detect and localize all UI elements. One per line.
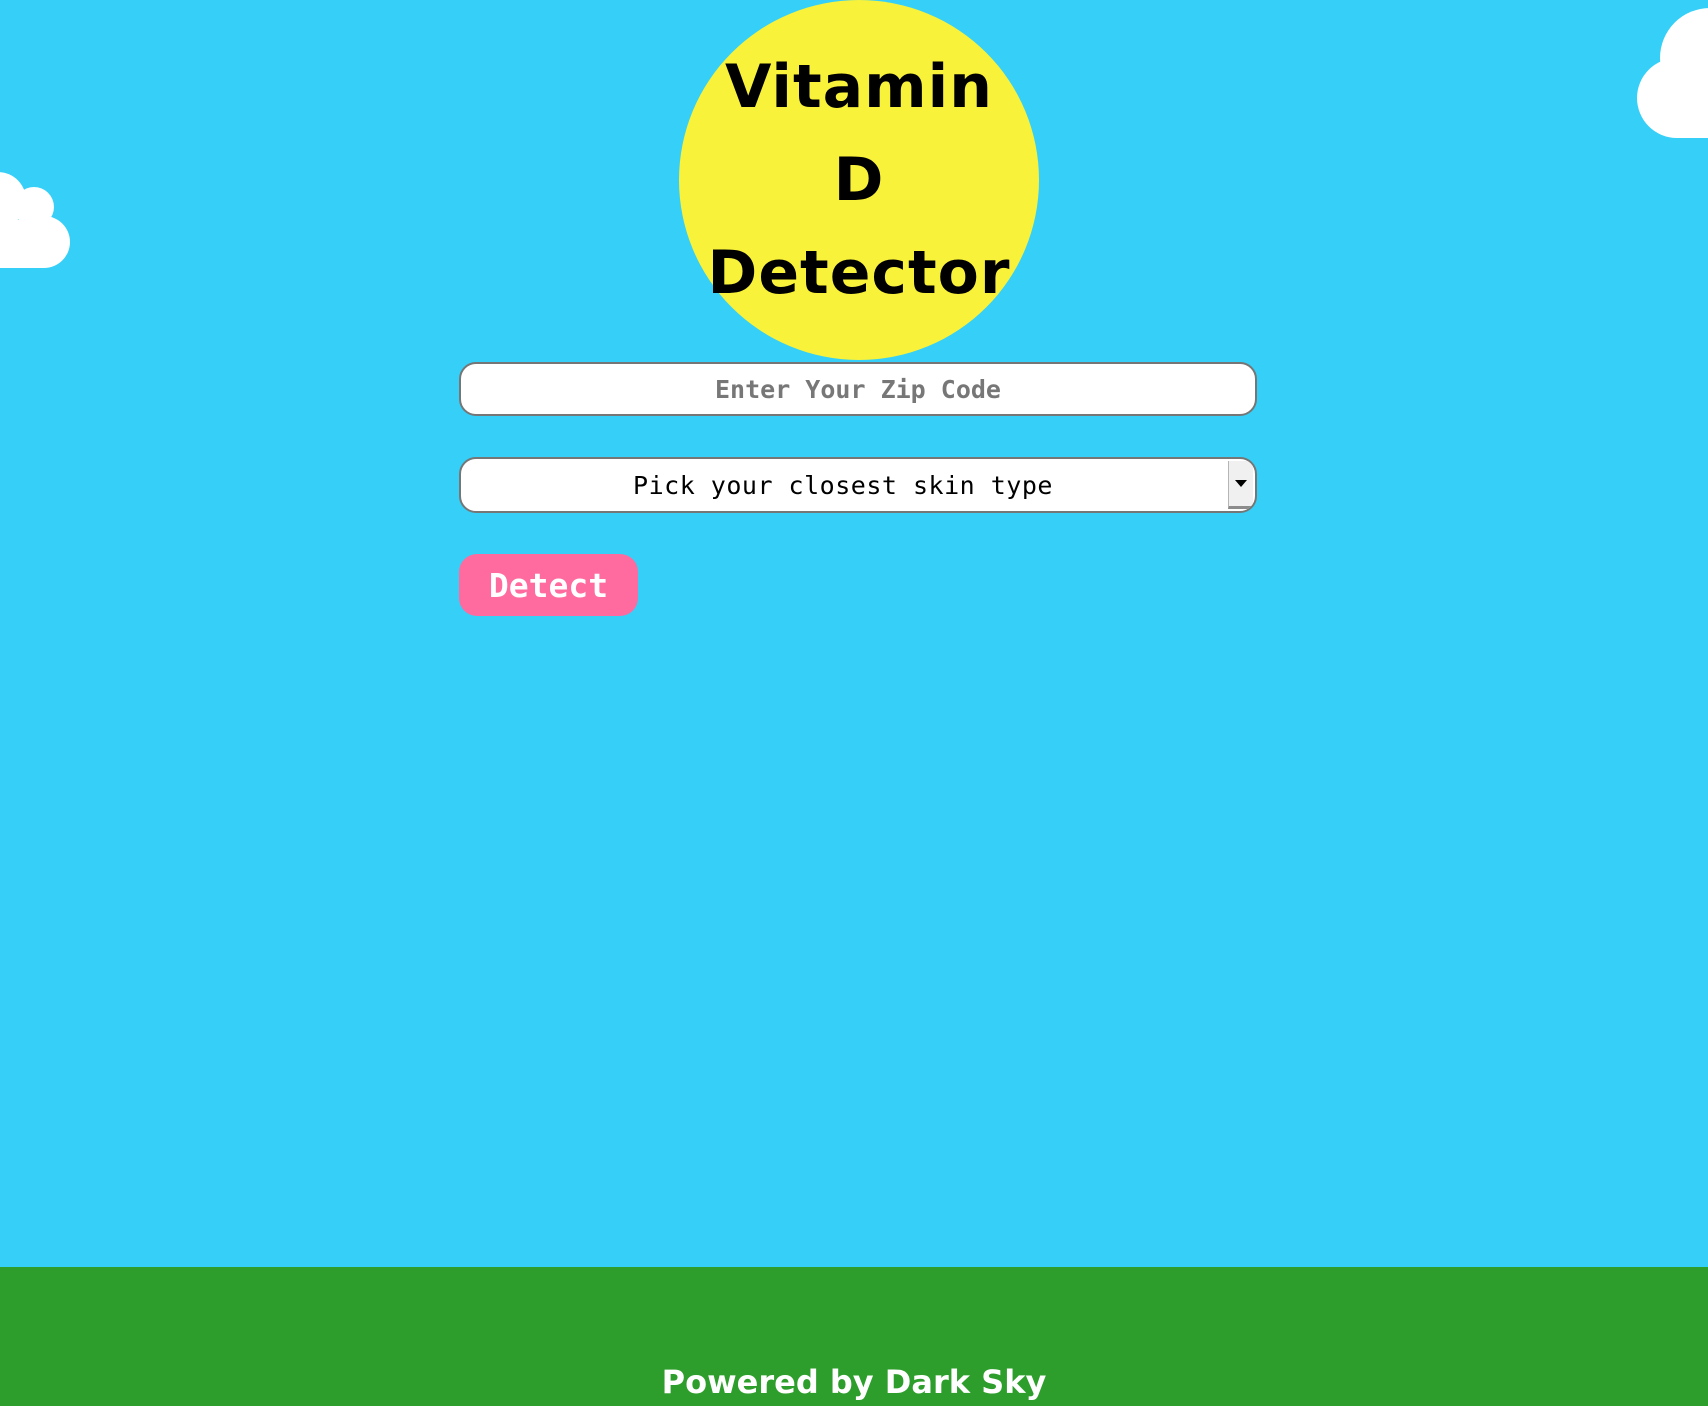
cloud-right-decoration xyxy=(1630,0,1708,140)
powered-by-text: Powered by Dark Sky xyxy=(661,1363,1047,1401)
detect-button[interactable]: Detect xyxy=(459,554,638,616)
select-dropdown-button[interactable] xyxy=(1228,461,1253,509)
page-title: Vitamin D Detector xyxy=(699,41,1019,320)
skin-type-select-value: Pick your closest skin type xyxy=(633,470,1053,500)
chevron-down-icon xyxy=(1235,480,1247,487)
page-title-line1: Vitamin D xyxy=(725,51,993,215)
sun-title-badge: Vitamin D Detector xyxy=(679,0,1039,360)
cloud-left-decoration xyxy=(0,160,80,270)
page-title-line2: Detector xyxy=(707,237,1011,308)
skin-type-select[interactable]: Pick your closest skin type xyxy=(459,457,1257,513)
zip-code-input[interactable] xyxy=(459,362,1257,416)
